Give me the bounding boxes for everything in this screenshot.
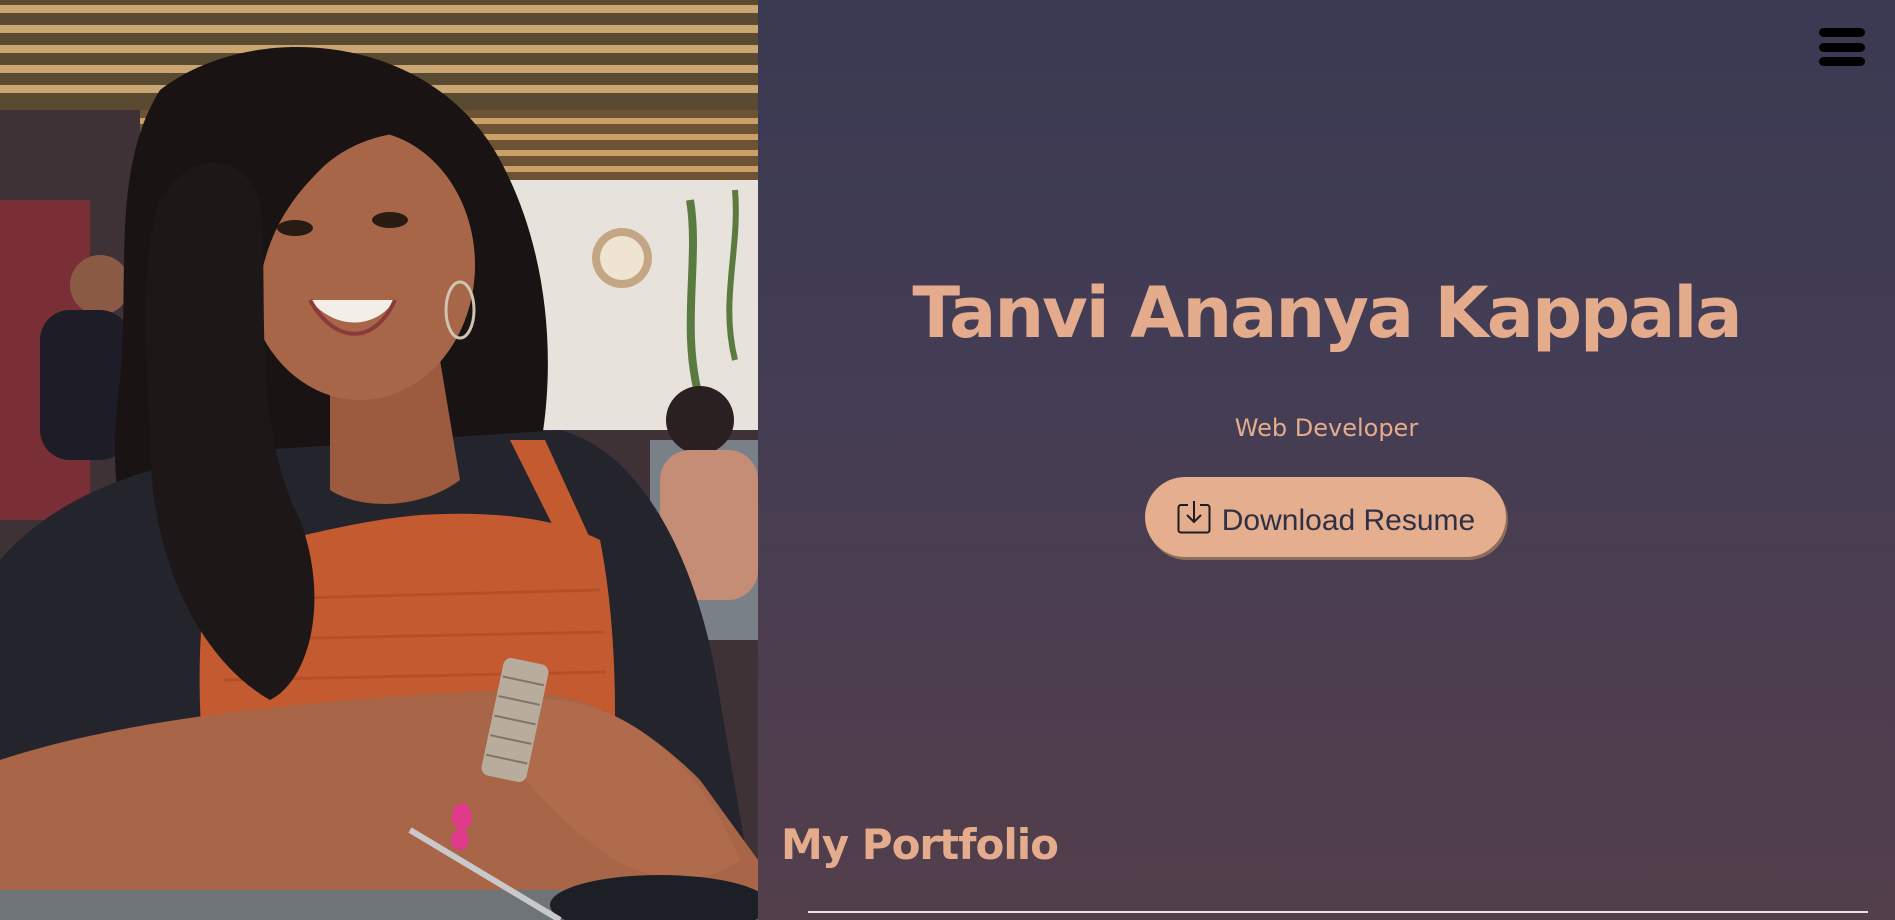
download-resume-label: Download Resume [1221, 504, 1476, 537]
portfolio-divider [808, 911, 1868, 913]
hamburger-menu-icon [1819, 28, 1865, 37]
hero-section: Tanvi Ananya Kappala Web Developer Downl… [758, 0, 1895, 920]
hero-role: Web Developer [1234, 414, 1419, 442]
hamburger-menu-icon-bar-3 [1819, 57, 1865, 66]
hamburger-menu-button[interactable] [1819, 28, 1865, 66]
hamburger-menu-icon-bar-2 [1819, 42, 1865, 52]
download-icon [1177, 501, 1211, 534]
download-resume-button[interactable]: Download Resume [1145, 477, 1506, 557]
profile-photo [0, 0, 758, 920]
portfolio-heading: My Portfolio [781, 820, 1059, 869]
profile-photo-illustration [0, 0, 758, 920]
hero-name: Tanvi Ananya Kappala [912, 272, 1742, 354]
